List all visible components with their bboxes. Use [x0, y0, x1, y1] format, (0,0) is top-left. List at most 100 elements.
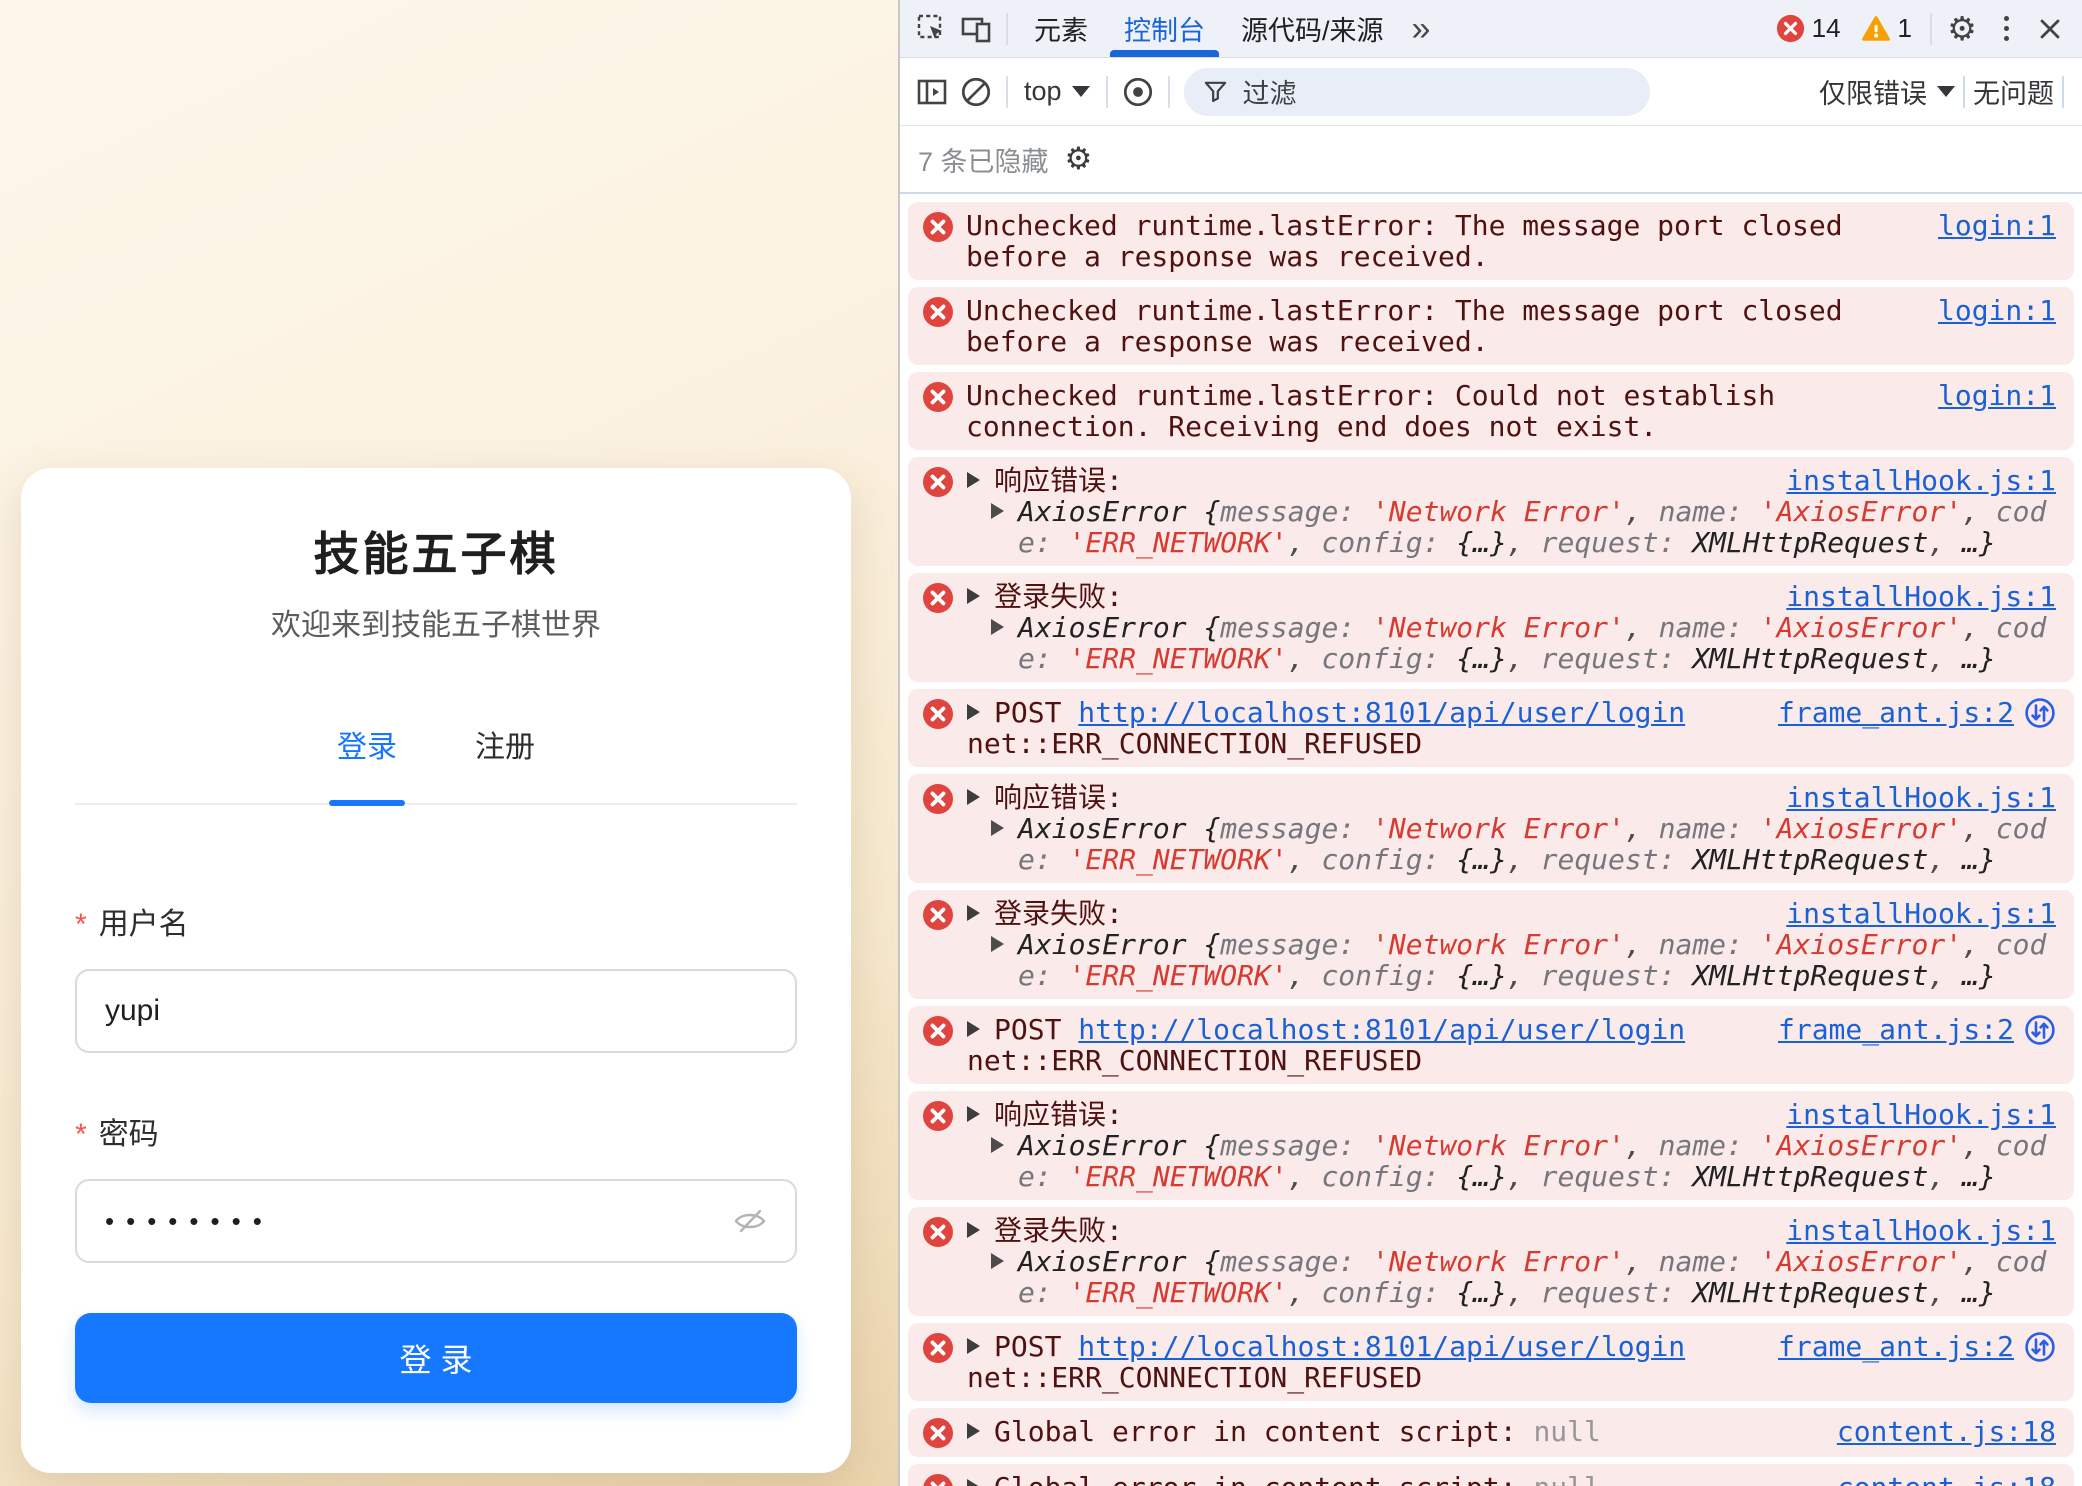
- console-message-text: Unchecked runtime.lastError: Could not e…: [966, 379, 1775, 443]
- disclosure-triangle-icon[interactable]: [967, 472, 980, 488]
- request-url-link[interactable]: http://localhost:8101/api/user/login: [1078, 1330, 1685, 1363]
- disclosure-triangle-icon[interactable]: [967, 704, 980, 720]
- tab-sources[interactable]: 源代码/来源: [1223, 0, 1402, 57]
- console-message-text: POST http://localhost:8101/api/user/logi…: [994, 1014, 1685, 1045]
- separator: [1930, 13, 1932, 45]
- disclosure-triangle-icon[interactable]: [967, 905, 980, 921]
- hidden-settings-gear-icon[interactable]: ⚙: [1065, 144, 1093, 175]
- source-link[interactable]: content.js:18: [1837, 1472, 2056, 1486]
- login-card: 技能五子棋 欢迎来到技能五子棋世界 登录 注册 * 用户名 * 密码: [21, 468, 851, 1473]
- request-initiator-icon[interactable]: [2024, 697, 2056, 729]
- source-link[interactable]: installHook.js:1: [1786, 898, 2056, 929]
- source-link[interactable]: content.js:18: [1837, 1416, 2056, 1447]
- axios-error-preview[interactable]: AxiosError {message: 'Network Error', na…: [1018, 1246, 2058, 1308]
- axios-error-preview[interactable]: AxiosError {message: 'Network Error', na…: [1018, 929, 2058, 991]
- request-url-link[interactable]: http://localhost:8101/api/user/login: [1078, 1013, 1685, 1046]
- more-tabs-icon[interactable]: »: [1402, 12, 1441, 46]
- console-message: installHook.js:1登录失败:AxiosError {message…: [908, 890, 2074, 999]
- disclosure-triangle-icon[interactable]: [967, 1338, 980, 1354]
- tabs-divider: [75, 803, 797, 805]
- disclosure-triangle-icon[interactable]: [991, 936, 1004, 952]
- error-icon: [922, 1015, 954, 1047]
- request-initiator-icon[interactable]: [2024, 1331, 2056, 1363]
- page-subtitle: 欢迎来到技能五子棋世界: [75, 606, 797, 645]
- network-error-detail: net::ERR_CONNECTION_REFUSED: [967, 728, 2058, 759]
- console-message: content.js:18Global error in content scr…: [908, 1464, 2074, 1486]
- filter-placeholder: 过滤: [1243, 72, 1297, 111]
- source-link[interactable]: frame_ant.js:2: [1778, 697, 2014, 728]
- required-asterisk: *: [75, 1115, 87, 1155]
- error-icon: [922, 211, 954, 243]
- separator: [1006, 76, 1008, 108]
- request-url-link[interactable]: http://localhost:8101/api/user/login: [1078, 696, 1685, 729]
- request-initiator-icon[interactable]: [2024, 1014, 2056, 1046]
- device-toolbar-icon[interactable]: [954, 7, 998, 51]
- tab-login[interactable]: 登录: [333, 729, 401, 803]
- source-link[interactable]: login:1: [1938, 295, 2056, 326]
- console-message-text: POST http://localhost:8101/api/user/logi…: [994, 1331, 1685, 1362]
- console-message-list[interactable]: login:1Unchecked runtime.lastError: The …: [900, 194, 2082, 1486]
- separator: [1963, 76, 1965, 108]
- warning-count-badge[interactable]: 1: [1861, 13, 1912, 44]
- console-message-text: 响应错误:: [994, 1099, 1123, 1130]
- disclosure-triangle-icon[interactable]: [991, 1253, 1004, 1269]
- separator: [2062, 76, 2064, 108]
- source-link[interactable]: frame_ant.js:2: [1778, 1014, 2014, 1045]
- hidden-messages-bar: 7 条已隐藏 ⚙: [900, 126, 2082, 194]
- error-icon: [922, 1332, 954, 1364]
- separator: [1106, 76, 1108, 108]
- error-count-badge[interactable]: 14: [1776, 13, 1841, 44]
- password-label: * 密码: [75, 1115, 797, 1155]
- tab-console[interactable]: 控制台: [1106, 0, 1223, 57]
- axios-error-preview[interactable]: AxiosError {message: 'Network Error', na…: [1018, 813, 2058, 875]
- axios-error-preview[interactable]: AxiosError {message: 'Network Error', na…: [1018, 496, 2058, 558]
- live-expression-eye-icon[interactable]: [1116, 70, 1160, 114]
- disclosure-triangle-icon[interactable]: [967, 1423, 980, 1439]
- login-page-background: 技能五子棋 欢迎来到技能五子棋世界 登录 注册 * 用户名 * 密码: [0, 0, 898, 1486]
- source-link[interactable]: installHook.js:1: [1786, 782, 2056, 813]
- source-link[interactable]: installHook.js:1: [1786, 1215, 2056, 1246]
- hidden-messages-text: 7 条已隐藏: [918, 140, 1049, 179]
- login-submit-button[interactable]: 登 录: [75, 1313, 797, 1403]
- axios-error-preview[interactable]: AxiosError {message: 'Network Error', na…: [1018, 612, 2058, 674]
- password-input[interactable]: [103, 1205, 731, 1238]
- source-link[interactable]: installHook.js:1: [1786, 465, 2056, 496]
- disclosure-triangle-icon[interactable]: [967, 1021, 980, 1037]
- page-title: 技能五子棋: [75, 524, 797, 584]
- devtools-tabbar: 元素 控制台 源代码/来源 » 14 1 ⚙: [900, 0, 2082, 58]
- disclosure-triangle-icon[interactable]: [991, 503, 1004, 519]
- username-input[interactable]: [103, 993, 769, 1029]
- tab-register[interactable]: 注册: [471, 729, 539, 803]
- disclosure-triangle-icon[interactable]: [967, 1106, 980, 1122]
- source-link[interactable]: frame_ant.js:2: [1778, 1331, 2014, 1362]
- disclosure-triangle-icon[interactable]: [991, 1137, 1004, 1153]
- context-selector[interactable]: top: [1016, 76, 1098, 107]
- disclosure-triangle-icon[interactable]: [967, 789, 980, 805]
- disclosure-triangle-icon[interactable]: [991, 820, 1004, 836]
- settings-gear-icon[interactable]: ⚙: [1940, 7, 1984, 51]
- console-toolbar: top 过滤 仅限错误 无问题: [900, 58, 2082, 126]
- inspect-element-icon[interactable]: [910, 7, 954, 51]
- source-link[interactable]: installHook.js:1: [1786, 581, 2056, 612]
- console-sidebar-icon[interactable]: [910, 70, 954, 114]
- filter-input[interactable]: 过滤: [1184, 68, 1650, 116]
- disclosure-triangle-icon[interactable]: [967, 1479, 980, 1486]
- network-error-detail: net::ERR_CONNECTION_REFUSED: [967, 1045, 2058, 1076]
- console-message: installHook.js:1 响应错误:AxiosError {message…: [908, 1091, 2074, 1200]
- clear-console-icon[interactable]: [954, 70, 998, 114]
- no-issues-button[interactable]: 无问题: [1973, 72, 2054, 111]
- auth-tabs: 登录 注册: [75, 729, 797, 803]
- disclosure-triangle-icon[interactable]: [967, 1222, 980, 1238]
- eye-invisible-icon[interactable]: [731, 1202, 769, 1240]
- log-level-selector[interactable]: 仅限错误: [1819, 72, 1955, 111]
- tab-elements[interactable]: 元素: [1016, 0, 1106, 57]
- source-link[interactable]: login:1: [1938, 380, 2056, 411]
- kebab-menu-icon[interactable]: [1984, 7, 2028, 51]
- close-icon[interactable]: [2028, 7, 2072, 51]
- disclosure-triangle-icon[interactable]: [991, 619, 1004, 635]
- console-message: frame_ant.js:2POST http://localhost:8101…: [908, 689, 2074, 767]
- source-link[interactable]: login:1: [1938, 210, 2056, 241]
- source-link[interactable]: installHook.js:1: [1786, 1099, 2056, 1130]
- axios-error-preview[interactable]: AxiosError {message: 'Network Error', na…: [1018, 1130, 2058, 1192]
- disclosure-triangle-icon[interactable]: [967, 588, 980, 604]
